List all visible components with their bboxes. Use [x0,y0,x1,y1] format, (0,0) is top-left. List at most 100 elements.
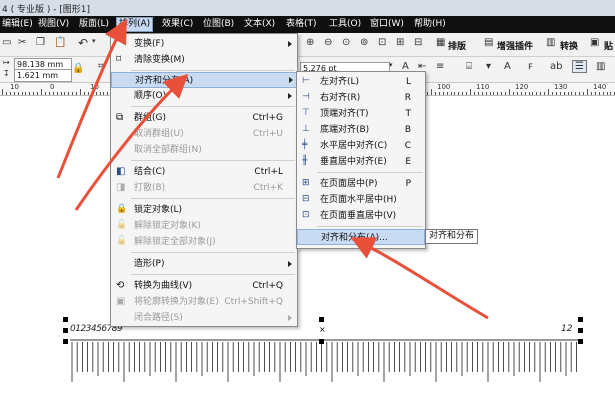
menu-edit[interactable]: 编辑(E) [0,18,35,31]
ruler-tick [21,92,23,95]
enhance-plugin-button[interactable]: 增强插件 [497,39,533,52]
ruler-tick [29,92,31,95]
copy-icon[interactable]: ❐ [36,37,45,48]
convert-icon[interactable]: ▥ [546,37,555,48]
new-icon[interactable]: ▭ [2,37,11,48]
wrap-icon[interactable]: ⌸ [466,61,472,72]
menu-item-center-page-vertical[interactable]: ⊡ 在页面垂直居中(V) [297,208,425,224]
menu-table[interactable]: 表格(T) [284,18,319,31]
ruler-tick [528,92,530,95]
align-h-center-icon: ╪ [302,140,308,150]
canvas-text-right[interactable]: 12 [561,324,572,334]
ruler-tick [563,92,565,95]
align-bottom-icon: ⊥ [302,124,310,134]
menu-item-align-h-center[interactable]: ╪ 水平居中对齐(C) C [297,138,425,154]
ruler-tick [56,92,58,95]
menu-item-convert-to-curves[interactable]: ⟲ 转换为曲线(V) Ctrl+Q [111,278,297,294]
undo-dropdown-icon[interactable]: ▾ [92,37,96,45]
ruler-tick [76,92,78,95]
menu-window[interactable]: 窗口(W) [368,18,406,31]
edit-text-icon[interactable]: ab [550,61,562,72]
menu-item-lock-object[interactable]: 🔒 锁定对象(L) [111,202,297,218]
ruler-tick [2,89,3,95]
menu-item-align-top[interactable]: ⊤ 顶端对齐(T) T [297,106,425,122]
ruler-tick [575,92,577,95]
y-position-field[interactable]: 1.621 mm [14,69,72,82]
menu-item-label: 变换(F) [134,39,165,49]
outline-dropdown-icon[interactable]: ▾ [389,61,393,69]
menu-layout[interactable]: 版面(L) [77,18,111,31]
menu-item-shaping[interactable]: 造形(P) [111,256,297,272]
menu-item-label: 解除锁定对象(K) [134,221,201,231]
ruler-tick [497,92,499,95]
menu-arrange[interactable]: 排列(A) [116,17,154,32]
text-properties-icon[interactable]: ꜰ [528,61,533,72]
menu-item-center-page-horizontal[interactable]: ⊟ 在页面水平居中(H) [297,192,425,208]
menu-bar: 编辑(E) 视图(V) 版面(L) 排列(A) 效果(C) 位图(B) 文本(X… [0,16,615,33]
menu-item-combine[interactable]: ◧ 结合(C) Ctrl+L [111,164,297,180]
menu-item-shortcut: E [405,157,411,167]
paste-icon[interactable]: 📋 [54,37,66,48]
menu-effects[interactable]: 效果(C) [160,18,195,31]
ruler-tick [427,92,429,95]
convert-button[interactable]: 转换 [560,39,578,52]
zoom-in-icon[interactable]: ⊕ [306,37,314,48]
menu-item-align-v-center[interactable]: ╫ 垂直居中对齐(E) E [297,154,425,170]
columns-icon[interactable]: ▥ [596,61,605,72]
zoom-selected-icon[interactable]: ⊚ [360,37,368,48]
ruler-tick [48,92,50,95]
font-size-icon[interactable]: A [504,61,511,72]
ruler-tick [532,92,534,95]
menu-item-transform[interactable]: 变换(F) [111,36,297,52]
menu-text[interactable]: 文本(X) [242,18,277,31]
menu-separator [131,160,295,161]
menu-item-label: 打散(B) [134,183,166,193]
ruler-tick [520,92,522,95]
menu-item-align-right[interactable]: ⊣ 右对齐(R) R [297,90,425,106]
ruler-tick [107,92,109,95]
menu-item-shortcut: P [405,179,411,189]
zoom-height-icon[interactable]: ⊟ [414,37,422,48]
submenu-arrow-icon [288,315,292,321]
plugin-icon[interactable]: ▤ [484,37,493,48]
zoom-page-icon[interactable]: ⊡ [378,37,386,48]
ruler-tick [512,92,514,95]
ruler-tick [103,92,105,95]
align-top-icon: ⊤ [302,108,310,118]
menu-item-order[interactable]: 顺序(O) [111,88,297,104]
menu-tools[interactable]: 工具(O) [327,18,363,31]
align-icon[interactable]: ≡ [436,61,444,72]
selection-handle [578,328,583,333]
ruler-tick [80,89,81,95]
ruler-tick [25,92,27,95]
paragraph-icon[interactable]: ☰ [572,60,587,73]
menu-item-center-page[interactable]: ⊞ 在页面居中(P) P [297,176,425,192]
wrap-dropdown-icon[interactable]: ▾ [486,61,491,72]
transform-icon[interactable]: ⌗ [98,61,104,72]
paste-plugin-button[interactable]: 贴 [604,39,613,52]
menu-item-group[interactable]: ⧉ 群组(G) Ctrl+G [111,110,297,126]
zoom-out-icon[interactable]: ⊖ [324,37,332,48]
ruler-tick [450,92,452,95]
menu-bitmaps[interactable]: 位图(B) [201,18,236,31]
typeset-button[interactable]: 排版 [448,39,466,52]
menu-item-clear-transform[interactable]: ⌑ 清除变换(M) [111,52,297,68]
ruler-tick [17,92,19,95]
menu-item-align-distribute[interactable]: 对齐和分布(A) [111,72,297,88]
menu-item-align-distribute-dialog[interactable]: 对齐和分布(A)... [297,229,425,245]
zoom-fit-icon[interactable]: ⊙ [342,37,350,48]
ruler-tick [13,92,15,95]
menu-item-label: 顺序(O) [134,91,167,101]
menu-help[interactable]: 帮助(H) [412,18,448,31]
menu-item-align-bottom[interactable]: ⊥ 底端对齐(B) B [297,122,425,138]
menu-item-shortcut: L [405,77,411,87]
lock-ratio-icon[interactable]: 🔒 [72,63,84,74]
undo-icon[interactable]: ↶ [78,36,88,50]
menu-item-align-left[interactable]: ⊢ 左对齐(L) L [297,74,425,90]
cut-icon[interactable]: ✂ [18,37,26,48]
menu-view[interactable]: 视图(V) [36,18,71,31]
paste-plugin-icon[interactable]: ▣ [590,37,599,48]
grid-icon[interactable]: ▦ [436,37,445,48]
zoom-width-icon[interactable]: ⊞ [396,37,404,48]
unlock-all-icon: 🔓 [116,236,128,246]
